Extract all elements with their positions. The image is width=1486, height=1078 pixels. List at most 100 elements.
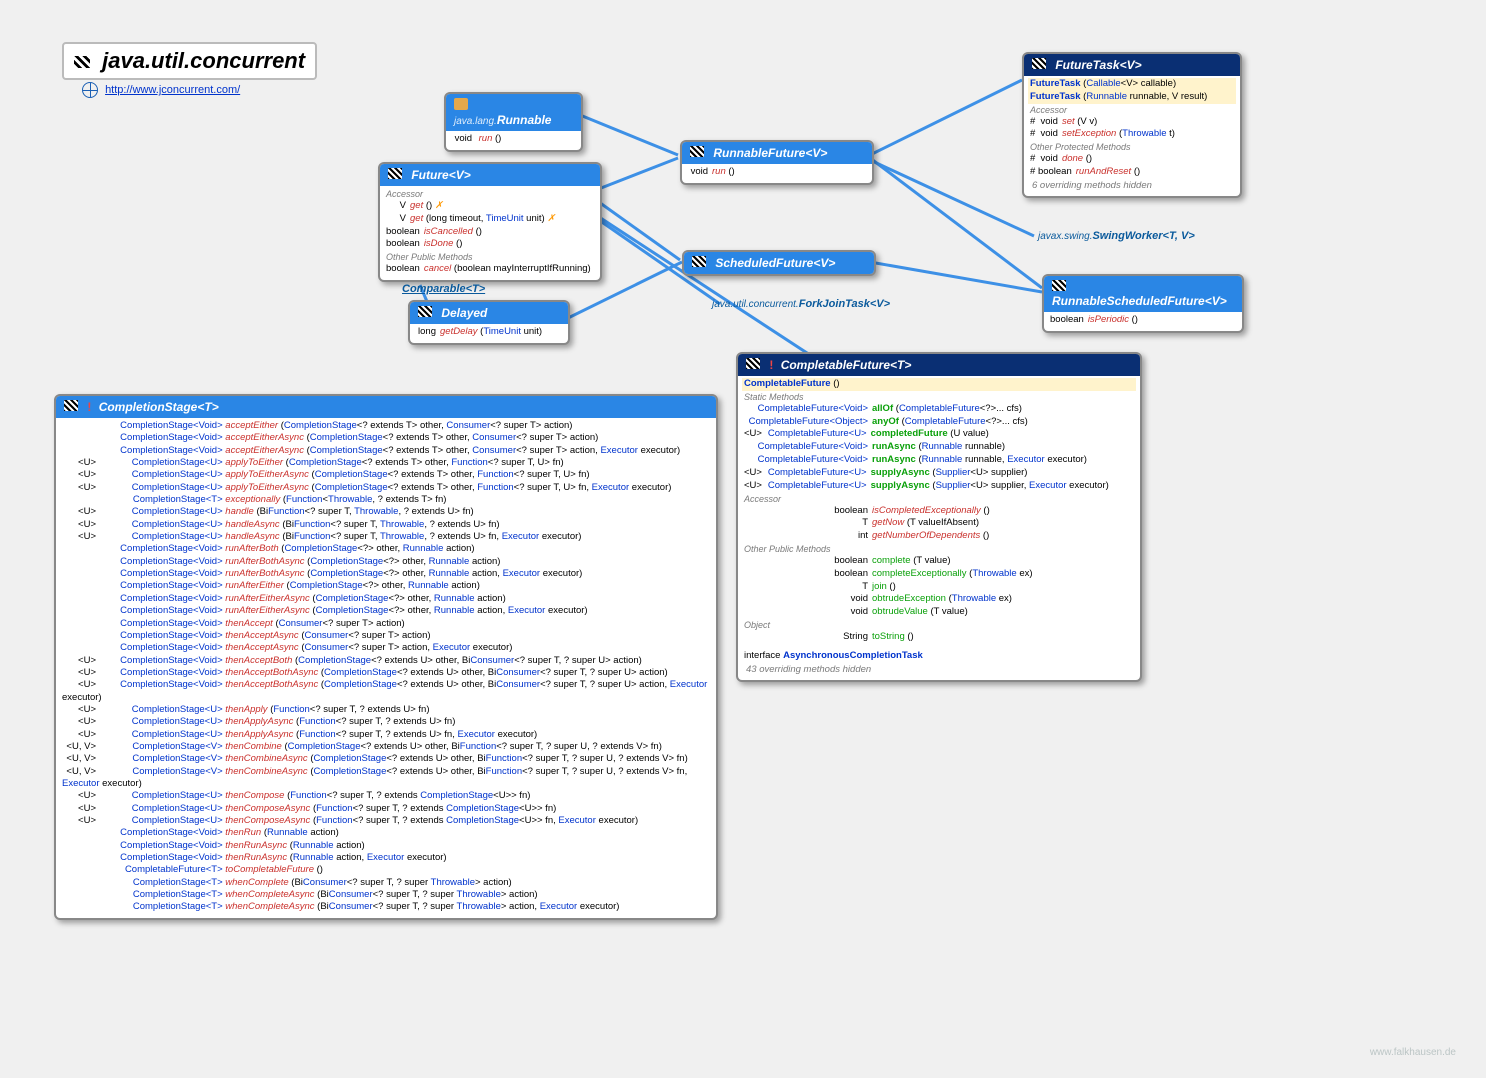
- cs-method-runAfterBothAsync-12: CompletionStage<Void> runAfterBothAsync …: [60, 568, 712, 580]
- future-get: Vget () ✗: [384, 200, 596, 213]
- cs-method-handle-7: <U> CompletionStage<U> handle (BiFunctio…: [60, 506, 712, 518]
- cs-method-thenComposeAsync-29: <U> CompletionStage<U> thenComposeAsync …: [60, 803, 712, 815]
- cs-method-thenCombine-25: <U, V> CompletionStage<V> thenCombine (C…: [60, 741, 712, 753]
- cf-hidden-note: 43 overriding methods hidden: [742, 663, 1136, 676]
- cf-obtrudeex: voidobtrudeException (Throwable ex): [742, 593, 1136, 606]
- site-link: http://www.jconcurrent.com/: [82, 82, 240, 98]
- cs-method-thenCombineAsync-26: <U, V> CompletionStage<V> thenCombineAsy…: [60, 753, 712, 765]
- box-delayed: Delayed longgetDelay (TimeUnit unit): [408, 300, 570, 345]
- box-futuretask-header: FutureTask<V>: [1024, 54, 1240, 76]
- cs-method-acceptEither-0: CompletionStage<Void> acceptEither (Comp…: [60, 420, 712, 432]
- future-tparam: <V>: [449, 168, 471, 182]
- cs-method-runAfterEitherAsync-14: CompletionStage<Void> runAfterEitherAsyn…: [60, 593, 712, 605]
- completionstage-name: CompletionStage: [99, 400, 198, 414]
- checkered-flag-icon: [74, 56, 90, 68]
- cs-method-exceptionally-6: CompletionStage<T> exceptionally (Functi…: [60, 494, 712, 506]
- future-iscancelled: booleanisCancelled (): [384, 226, 596, 239]
- box-completionstage: ! CompletionStage<T> CompletionStage<Voi…: [54, 394, 718, 920]
- cs-method-thenApplyAsync-24: <U> CompletionStage<U> thenApplyAsync (F…: [60, 729, 712, 741]
- box-runnable-header: java.lang.Runnable: [446, 94, 581, 131]
- cs-method-thenApplyAsync-23: <U> CompletionStage<U> thenApplyAsync (F…: [60, 716, 712, 728]
- globe-icon: [82, 82, 98, 98]
- cf-runasync2: CompletableFuture<Void>runAsync (Runnabl…: [742, 454, 1136, 467]
- cs-method-thenRunAsync-33: CompletionStage<Void> thenRunAsync (Runn…: [60, 852, 712, 864]
- cs-method-runAfterEitherAsync-15: CompletionStage<Void> runAfterEitherAsyn…: [60, 605, 712, 617]
- checkered-flag-icon: [692, 256, 706, 267]
- cs-method-applyToEitherAsync-5: <U> CompletionStage<U> applyToEitherAsyn…: [60, 482, 712, 494]
- future-get-timeout: Vget (long timeout, TimeUnit unit) ✗: [384, 213, 596, 226]
- box-runnablefuture: RunnableFuture<V> voidrun (): [680, 140, 874, 185]
- cs-method-runAfterBothAsync-11: CompletionStage<Void> runAfterBothAsync …: [60, 556, 712, 568]
- futuretask-ctor2: FutureTask (Runnable runnable, V result): [1028, 91, 1236, 104]
- cs-method-toCompletableFuture-34: CompletableFuture<T> toCompletableFuture…: [60, 864, 712, 876]
- box-scheduledfuture-header: ScheduledFuture<V>: [684, 252, 874, 274]
- cs-method-thenRun-31: CompletionStage<Void> thenRun (Runnable …: [60, 827, 712, 839]
- rsf-isperiodic: booleanisPeriodic (): [1048, 314, 1238, 327]
- box-delayed-header: Delayed: [410, 302, 568, 324]
- delayed-name: Delayed: [441, 306, 487, 320]
- cf-completedfuture: <U> CompletableFuture<U>completedFuture …: [742, 428, 1136, 441]
- runnable-method-run: void run (): [450, 133, 577, 146]
- future-name: Future: [411, 168, 448, 182]
- site-url[interactable]: http://www.jconcurrent.com/: [105, 84, 240, 96]
- futuretask-ctor1: FutureTask (Callable<V> callable): [1028, 78, 1236, 91]
- cf-allof: CompletableFuture<Void>allOf (Completabl…: [742, 403, 1136, 416]
- box-future-header: Future<V>: [380, 164, 600, 186]
- checkered-flag-icon: [388, 168, 402, 179]
- ref-comparable: Comparable<T>: [402, 283, 485, 295]
- page-footer: www.falkhausen.de: [1370, 1047, 1456, 1058]
- cs-method-thenAcceptBoth-19: <U> CompletionStage<Void> thenAcceptBoth…: [60, 655, 712, 667]
- cf-obtrudeval: voidobtrudeValue (T value): [742, 606, 1136, 619]
- futuretask-name: FutureTask: [1055, 58, 1119, 72]
- ref-swingworker: javax.swing.SwingWorker<T, V>: [1038, 230, 1195, 242]
- box-rsf-header: RunnableScheduledFuture<V>: [1044, 276, 1242, 312]
- cs-method-handleAsync-9: <U> CompletionStage<U> handleAsync (BiFu…: [60, 531, 712, 543]
- cs-method-thenCombineAsync-27: <U, V> CompletionStage<V> thenCombineAsy…: [60, 766, 712, 791]
- checkered-flag-icon: [746, 358, 760, 369]
- futuretask-set: # voidset (V v): [1028, 116, 1236, 129]
- coffee-icon: [454, 98, 468, 110]
- runnablefuture-name: RunnableFuture: [713, 146, 805, 160]
- cf-ctor: CompletableFuture (): [742, 378, 1136, 391]
- cf-complete: booleancomplete (T value): [742, 555, 1136, 568]
- page-title-text: java.util.concurrent: [102, 48, 305, 73]
- cs-method-thenAccept-16: CompletionStage<Void> thenAccept (Consum…: [60, 618, 712, 630]
- cf-supplyasync1: <U> CompletableFuture<U>supplyAsync (Sup…: [742, 467, 1136, 480]
- box-runnablefuture-header: RunnableFuture<V>: [682, 142, 872, 164]
- cs-method-handleAsync-8: <U> CompletionStage<U> handleAsync (BiFu…: [60, 519, 712, 531]
- futuretask-runandreset: # booleanrunAndReset (): [1028, 166, 1236, 179]
- cf-tostring: StringtoString (): [742, 631, 1136, 644]
- checkered-flag-icon: [418, 306, 432, 317]
- future-isdone: booleanisDone (): [384, 238, 596, 251]
- checkered-flag-icon: [1032, 58, 1046, 69]
- box-completablefuture-header: ! CompletableFuture<T>: [738, 354, 1140, 376]
- cs-method-acceptEitherAsync-2: CompletionStage<Void> acceptEitherAsync …: [60, 445, 712, 457]
- runnable-pkg: java.lang.: [454, 116, 497, 127]
- box-futuretask: FutureTask<V> FutureTask (Callable<V> ca…: [1022, 52, 1242, 198]
- cs-method-thenCompose-28: <U> CompletionStage<U> thenCompose (Func…: [60, 790, 712, 802]
- cs-method-thenRunAsync-32: CompletionStage<Void> thenRunAsync (Runn…: [60, 840, 712, 852]
- completionstage-body: CompletionStage<Void> acceptEither (Comp…: [56, 418, 716, 918]
- box-scheduledfuture: ScheduledFuture<V>: [682, 250, 876, 276]
- cs-method-runAfterBoth-10: CompletionStage<Void> runAfterBoth (Comp…: [60, 543, 712, 555]
- cs-method-thenAcceptAsync-18: CompletionStage<Void> thenAcceptAsync (C…: [60, 642, 712, 654]
- rsf-name: RunnableScheduledFuture: [1052, 294, 1205, 308]
- cs-method-thenAcceptBothAsync-21: <U> CompletionStage<Void> thenAcceptBoth…: [60, 679, 712, 704]
- cf-completeex: booleancompleteExceptionally (Throwable …: [742, 568, 1136, 581]
- futuretask-done: # voiddone (): [1028, 153, 1236, 166]
- cs-method-thenComposeAsync-30: <U> CompletionStage<U> thenComposeAsync …: [60, 815, 712, 827]
- cf-inner: interface AsynchronousCompletionTask: [742, 644, 1136, 663]
- box-runnablescheduledfuture: RunnableScheduledFuture<V> booleanisPeri…: [1042, 274, 1244, 333]
- page-title: java.util.concurrent: [62, 42, 317, 80]
- futuretask-setexception: # voidsetException (Throwable t): [1028, 128, 1236, 141]
- scheduledfuture-name: ScheduledFuture: [715, 256, 813, 270]
- cf-anyof: CompletableFuture<Object>anyOf (Completa…: [742, 416, 1136, 429]
- cs-method-acceptEitherAsync-1: CompletionStage<Void> acceptEitherAsync …: [60, 432, 712, 444]
- cs-method-whenComplete-35: CompletionStage<T> whenComplete (BiConsu…: [60, 877, 712, 889]
- cs-method-thenAcceptBothAsync-20: <U> CompletionStage<Void> thenAcceptBoth…: [60, 667, 712, 679]
- ref-forkjointask: java.util.concurrent.ForkJoinTask<V>: [712, 298, 890, 310]
- checkered-flag-icon: [690, 146, 704, 157]
- cs-method-thenAcceptAsync-17: CompletionStage<Void> thenAcceptAsync (C…: [60, 630, 712, 642]
- cf-supplyasync2: <U> CompletableFuture<U>supplyAsync (Sup…: [742, 480, 1136, 493]
- box-completablefuture: ! CompletableFuture<T> CompletableFuture…: [736, 352, 1142, 682]
